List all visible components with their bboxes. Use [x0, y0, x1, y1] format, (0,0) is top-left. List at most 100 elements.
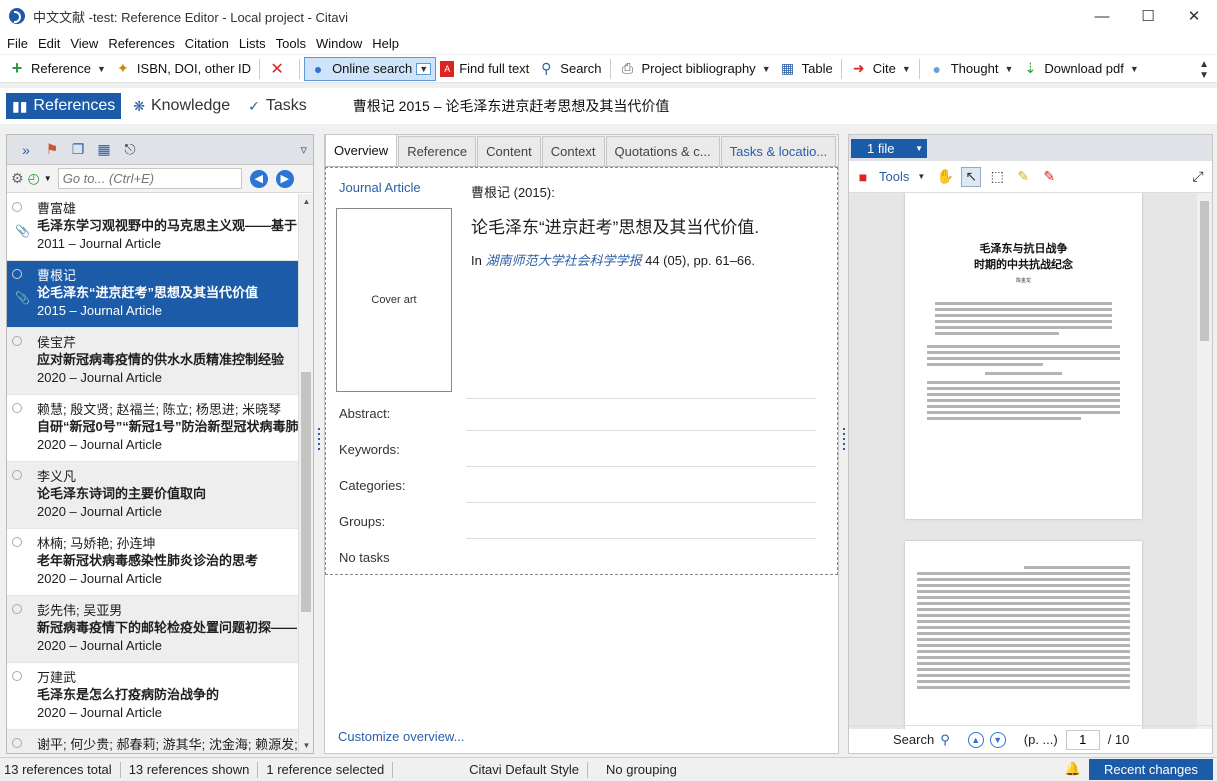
reference-list-scrollbar[interactable]: ▲ ▼ — [298, 194, 313, 753]
status-dot-icon[interactable] — [12, 470, 22, 480]
fullscreen-icon[interactable]: ⤢ — [1188, 167, 1208, 187]
chevron-down-icon[interactable]: ▼ — [44, 174, 52, 183]
citation-journal[interactable]: 湖南师范大学社会科学学报 — [485, 253, 641, 268]
scrollbar-thumb[interactable] — [301, 372, 311, 612]
back-icon[interactable]: ◀ — [249, 169, 268, 188]
delete-button[interactable]: ✕ — [264, 57, 295, 81]
goto-input[interactable] — [57, 168, 242, 189]
forward-icon[interactable]: ▶ — [275, 169, 294, 188]
file-selector[interactable]: 1 file ▼ — [851, 138, 927, 158]
chevron-down-icon[interactable]: ▼ — [97, 64, 106, 74]
tab-knowledge[interactable]: ❋ Knowledge — [127, 93, 236, 119]
menu-edit[interactable]: Edit — [33, 36, 65, 51]
tab-reference[interactable]: Reference — [398, 136, 477, 166]
pdf-tools-button[interactable]: ■ Tools ▼ — [853, 167, 926, 187]
tab-references[interactable]: ▮▮ References — [6, 93, 122, 119]
status-dot-icon[interactable] — [12, 738, 22, 748]
scroll-down-icon[interactable]: ▼ — [299, 738, 314, 753]
chevron-down-icon[interactable]: ▼ — [1004, 64, 1013, 74]
tab-overview[interactable]: Overview — [325, 134, 398, 166]
thought-button[interactable]: ● Thought ▼ — [924, 57, 1018, 81]
merge-icon[interactable]: ⎋ — [117, 141, 143, 158]
menu-references[interactable]: References — [103, 36, 179, 51]
close-window-button[interactable]: ✕ — [1171, 0, 1217, 32]
page-number-input[interactable] — [1065, 729, 1100, 750]
history-icon[interactable]: ◴ — [28, 170, 40, 187]
chevron-down-icon[interactable]: ▼ — [1130, 64, 1139, 74]
filter-icon[interactable]: ▿ — [300, 142, 307, 158]
reference-list-item[interactable]: 李义凡 论毛泽东诗词的主要价值取向 2020 – Journal Article — [7, 462, 299, 529]
customize-overview-link[interactable]: Customize overview... — [338, 729, 464, 744]
status-dot-icon[interactable] — [12, 671, 22, 681]
isbn-doi-button[interactable]: ✦ ISBN, DOI, other ID — [110, 57, 255, 81]
area-select-icon[interactable]: ⬚ — [987, 167, 1007, 187]
search-button[interactable]: ⚲ Search — [533, 57, 605, 81]
eraser-icon[interactable]: ✎ — [1039, 167, 1059, 187]
online-search-button[interactable]: ● Online search ▼ — [304, 56, 437, 81]
bell-icon[interactable]: 🔔 — [1065, 761, 1081, 777]
pdf-search-label[interactable]: Search — [893, 732, 934, 747]
reference-list-item[interactable]: 谢平; 何少贵; 郝春莉; 游其华; 沈金海; 赖源发; — [7, 730, 299, 753]
tab-content[interactable]: Content — [477, 136, 541, 166]
reference-list-item[interactable]: 侯宝芹 应对新冠病毒疫情的供水水质精准控制经验 2020 – Journal Art… — [7, 328, 299, 395]
tab-tasks[interactable]: ✓ Tasks — [242, 93, 313, 119]
magnifier-icon[interactable]: ⚲ — [940, 732, 950, 748]
chevron-down-icon[interactable]: ▼ — [416, 62, 432, 75]
chevron-down-icon[interactable]: ▼ — [762, 64, 771, 74]
maximize-button[interactable]: ☐ — [1125, 0, 1171, 32]
status-dot-icon[interactable] — [12, 604, 22, 614]
reference-list-item[interactable]: 📎 曹根记 论毛泽东“进京赶考”思想及其当代价值 2015 – Journal Art… — [7, 261, 299, 328]
page-label-field[interactable]: (p. ...) — [1024, 732, 1058, 747]
reference-list-item[interactable]: 彭先伟; 吴亚男 新冠病毒疫情下的邮轮检疫处置问题初探——以 2020 – Jour… — [7, 596, 299, 663]
new-reference-button[interactable]: + Reference ▼ — [4, 57, 110, 81]
menu-tools[interactable]: Tools — [271, 36, 311, 51]
download-pdf-button[interactable]: ⇣ Download pdf ▼ — [1017, 57, 1142, 81]
right-splitter[interactable] — [841, 425, 847, 465]
status-dot-icon[interactable] — [12, 269, 22, 279]
tag-icon[interactable]: ⚑ — [39, 141, 65, 158]
reference-list-item[interactable]: 📎 曹富雄 毛泽东学习观视野中的马克思主义观——基于“什 2011 – Journal… — [7, 194, 299, 261]
next-page-icon[interactable]: ▼ — [989, 731, 1006, 748]
group-icon[interactable]: ▦ — [91, 141, 117, 158]
previous-page-icon[interactable]: ▲ — [967, 731, 984, 748]
tab-tasks-locations[interactable]: Tasks & locatio... — [720, 136, 837, 166]
cite-button[interactable]: ➜ Cite ▼ — [846, 57, 915, 81]
highlighter-icon[interactable]: ✎ — [1013, 167, 1033, 187]
menu-citation[interactable]: Citation — [180, 36, 234, 51]
cover-art-placeholder[interactable]: Cover art — [336, 208, 452, 392]
status-dot-icon[interactable] — [12, 403, 22, 413]
pdf-viewer[interactable]: 毛泽东与抗日战争 时期的中共抗战纪念 陈金龙 — [849, 193, 1197, 729]
copy-reference-icon[interactable]: ❐ — [65, 141, 91, 158]
grouping-status[interactable]: No grouping — [588, 762, 685, 777]
find-full-text-button[interactable]: A Find full text — [436, 57, 533, 81]
text-select-icon[interactable]: ↖ — [961, 166, 982, 187]
gear-icon[interactable]: ⚙ — [11, 170, 24, 187]
pdf-scrollbar[interactable] — [1197, 193, 1212, 729]
menu-file[interactable]: File — [2, 36, 33, 51]
chevron-down-icon[interactable]: ▼ — [902, 64, 911, 74]
minimize-button[interactable]: — — [1079, 0, 1125, 32]
pdf-scrollbar-thumb[interactable] — [1200, 201, 1209, 341]
project-bibliography-button[interactable]: ⎙ Project bibliography ▼ — [615, 57, 775, 81]
status-dot-icon[interactable] — [12, 537, 22, 547]
citation-style[interactable]: Citavi Default Style — [393, 762, 587, 777]
reference-list-item[interactable]: 万建武 毛泽东是怎么打疫病防治战争的 2020 – Journal Article — [7, 663, 299, 730]
left-splitter[interactable] — [316, 425, 322, 465]
table-button[interactable]: ▦ Table — [775, 57, 837, 81]
reference-list-item[interactable]: 林楠; 马娇艳; 孙连坤 老年新冠状病毒感染性肺炎诊治的思考 2020 – Jour… — [7, 529, 299, 596]
reference-list-item[interactable]: 赖慧; 殷文贤; 赵福兰; 陈立; 杨思进; 米晓琴 自研“新冠0号”“新冠1号”… — [7, 395, 299, 462]
menu-lists[interactable]: Lists — [234, 36, 271, 51]
menu-window[interactable]: Window — [311, 36, 367, 51]
expand-chevrons-icon[interactable]: » — [13, 142, 39, 158]
recent-changes-button[interactable]: Recent changes — [1089, 759, 1213, 780]
tab-quotations[interactable]: Quotations & c... — [605, 136, 720, 166]
reference-type-link[interactable]: Journal Article — [339, 180, 421, 195]
menu-view[interactable]: View — [65, 36, 103, 51]
menu-help[interactable]: Help — [367, 36, 404, 51]
tab-context[interactable]: Context — [541, 136, 605, 166]
hand-tool-icon[interactable]: ✋ — [935, 167, 955, 187]
scroll-up-icon[interactable]: ▲ — [299, 194, 314, 209]
status-dot-icon[interactable] — [12, 202, 22, 212]
toolbar-overflow-icon[interactable]: ▲ ▼ — [1199, 59, 1209, 81]
status-dot-icon[interactable] — [12, 336, 22, 346]
